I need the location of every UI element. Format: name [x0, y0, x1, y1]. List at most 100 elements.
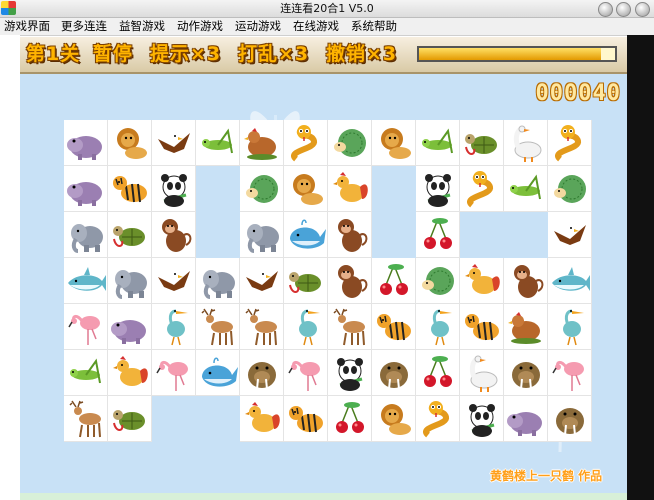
hedgehog-icon	[554, 175, 586, 203]
panda-icon	[161, 174, 187, 207]
game-tile[interactable]	[372, 350, 416, 396]
menu-puzzle-games[interactable]: 益智游戏	[119, 19, 165, 34]
lion-icon	[293, 174, 323, 205]
game-tile[interactable]	[152, 166, 196, 212]
game-tile[interactable]	[460, 258, 504, 304]
game-tile[interactable]	[548, 120, 592, 166]
game-tile[interactable]	[416, 396, 460, 442]
close-button[interactable]	[635, 2, 650, 17]
game-tile[interactable]	[328, 212, 372, 258]
menu-more-lianliankan[interactable]: 更多连连	[61, 19, 107, 34]
game-tile[interactable]	[196, 120, 240, 166]
game-tile[interactable]	[240, 212, 284, 258]
game-tile[interactable]	[460, 350, 504, 396]
monkey-icon	[338, 265, 368, 298]
game-tile[interactable]	[64, 212, 108, 258]
minimize-button[interactable]	[598, 2, 613, 17]
menu-sports-games[interactable]: 运动游戏	[235, 19, 281, 34]
game-tile[interactable]	[284, 120, 328, 166]
game-tile[interactable]	[64, 304, 108, 350]
game-tile[interactable]	[240, 396, 284, 442]
game-tile[interactable]	[196, 304, 240, 350]
game-tile[interactable]	[504, 304, 548, 350]
game-tile[interactable]	[284, 258, 328, 304]
game-tile[interactable]	[240, 120, 284, 166]
game-tile[interactable]	[108, 258, 152, 304]
menu-action-games[interactable]: 动作游戏	[177, 19, 223, 34]
game-tile[interactable]	[460, 166, 504, 212]
game-tile[interactable]	[548, 304, 592, 350]
game-tile[interactable]	[416, 258, 460, 304]
game-tile[interactable]	[240, 304, 284, 350]
game-tile[interactable]	[416, 350, 460, 396]
game-tile[interactable]	[548, 212, 592, 258]
heron-icon	[563, 309, 584, 346]
game-tile[interactable]	[372, 396, 416, 442]
game-tile[interactable]	[504, 166, 548, 212]
game-tile[interactable]	[504, 396, 548, 442]
game-tile[interactable]	[460, 120, 504, 166]
game-tile[interactable]	[416, 304, 460, 350]
game-tile[interactable]	[328, 166, 372, 212]
game-tile[interactable]	[328, 304, 372, 350]
tiger-icon	[113, 176, 147, 203]
game-tile[interactable]	[548, 396, 592, 442]
menu-online-games[interactable]: 在线游戏	[293, 19, 339, 34]
game-tile[interactable]	[372, 258, 416, 304]
game-tile[interactable]	[152, 258, 196, 304]
game-tile[interactable]	[372, 120, 416, 166]
eagle-icon	[246, 270, 278, 291]
menu-system-help[interactable]: 系统帮助	[351, 19, 397, 34]
game-tile[interactable]	[108, 120, 152, 166]
game-tile[interactable]	[152, 212, 196, 258]
game-tile[interactable]	[284, 350, 328, 396]
game-tile[interactable]	[64, 350, 108, 396]
game-tile[interactable]	[504, 350, 548, 396]
cherries-icon	[424, 218, 452, 249]
game-tile[interactable]	[460, 304, 504, 350]
game-tile[interactable]	[108, 350, 152, 396]
title-bar: 连连看20合1 V5.0	[0, 0, 654, 18]
game-tile[interactable]	[328, 396, 372, 442]
tiger-icon	[289, 406, 323, 433]
game-tile[interactable]	[416, 120, 460, 166]
hippo-icon	[67, 182, 102, 206]
game-tile[interactable]	[416, 166, 460, 212]
lion-icon	[117, 128, 147, 159]
game-tile[interactable]	[504, 258, 548, 304]
game-tile[interactable]	[328, 120, 372, 166]
game-tile[interactable]	[328, 350, 372, 396]
game-tile[interactable]	[284, 396, 328, 442]
game-tile[interactable]	[240, 350, 284, 396]
game-tile[interactable]	[108, 212, 152, 258]
game-tile[interactable]	[108, 166, 152, 212]
game-tile[interactable]	[108, 304, 152, 350]
game-tile[interactable]	[548, 166, 592, 212]
game-tile[interactable]	[284, 212, 328, 258]
game-tile[interactable]	[548, 258, 592, 304]
game-tile[interactable]	[328, 258, 372, 304]
game-tile[interactable]	[504, 120, 548, 166]
game-tile[interactable]	[108, 396, 152, 442]
menu-game-interface[interactable]: 游戏界面	[4, 19, 50, 34]
game-tile[interactable]	[240, 166, 284, 212]
game-tile[interactable]	[240, 258, 284, 304]
game-tile[interactable]	[460, 396, 504, 442]
game-tile[interactable]	[548, 350, 592, 396]
game-tile[interactable]	[284, 304, 328, 350]
game-tile[interactable]	[196, 258, 240, 304]
game-tile[interactable]	[416, 212, 460, 258]
elephant-icon	[115, 270, 147, 299]
game-tile[interactable]	[64, 258, 108, 304]
game-tile[interactable]	[152, 304, 196, 350]
game-tile[interactable]	[196, 350, 240, 396]
game-tile[interactable]	[152, 120, 196, 166]
game-tile[interactable]	[372, 304, 416, 350]
game-tile[interactable]	[64, 120, 108, 166]
game-tile[interactable]	[64, 396, 108, 442]
maximize-button[interactable]	[616, 2, 631, 17]
game-tile[interactable]	[284, 166, 328, 212]
game-tile[interactable]	[152, 350, 196, 396]
whale-icon	[202, 357, 238, 387]
game-tile[interactable]	[64, 166, 108, 212]
